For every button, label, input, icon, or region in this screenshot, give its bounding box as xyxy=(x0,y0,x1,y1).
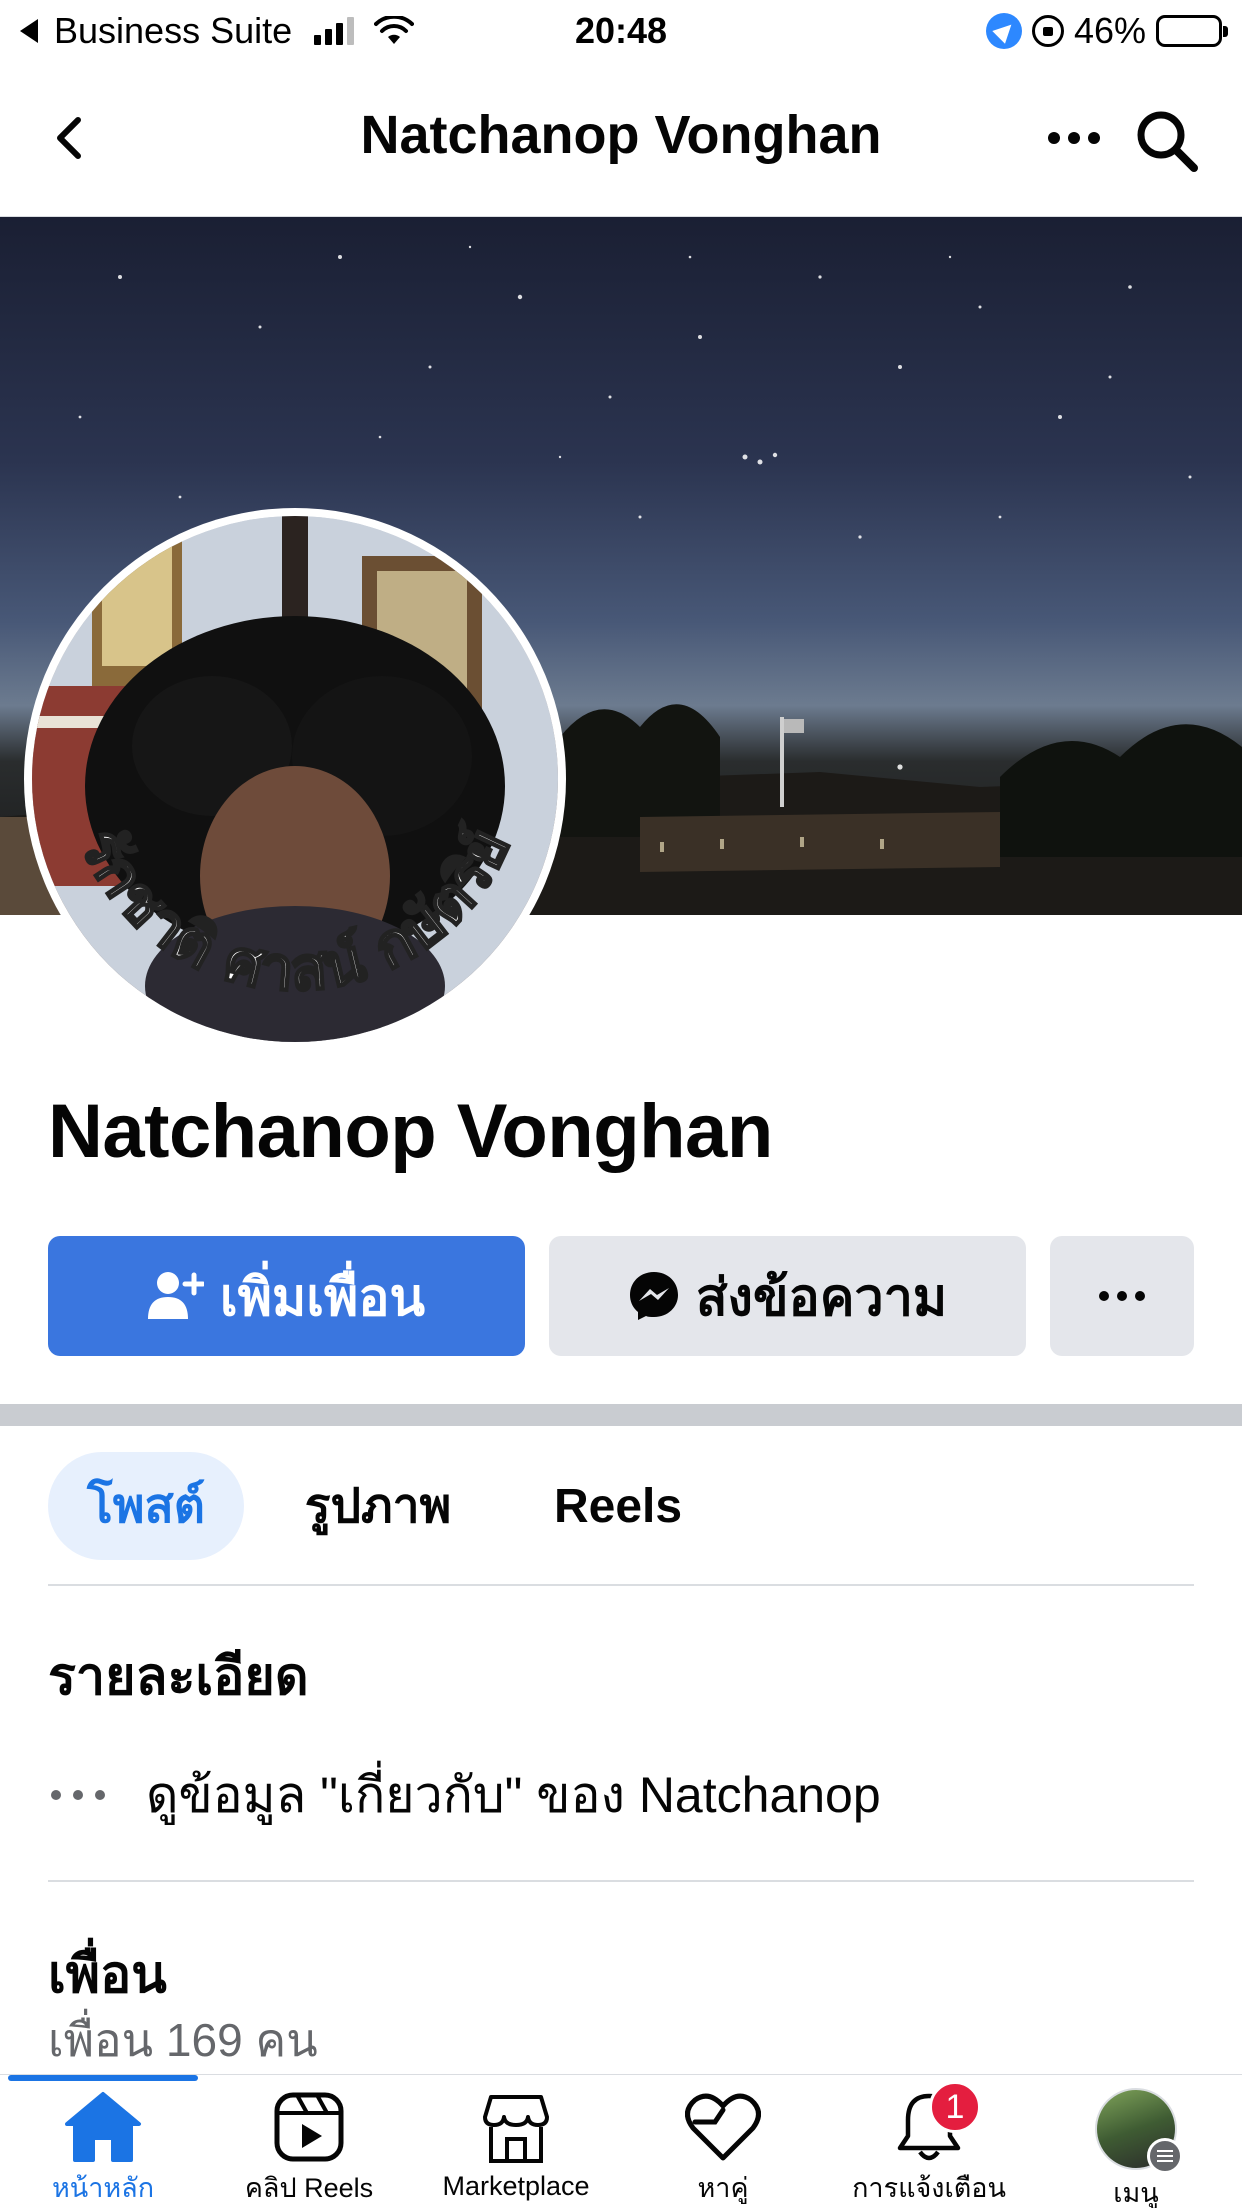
nav-notifications-label: การแจ้งเตือน xyxy=(852,2173,1006,2203)
divider xyxy=(48,1584,1194,1586)
marketplace-icon xyxy=(474,2089,558,2169)
profile-header: Natchanop Vonghan xyxy=(0,62,1242,217)
section-divider xyxy=(0,1404,1242,1426)
location-icon xyxy=(985,13,1022,49)
more-icon xyxy=(1099,1291,1145,1301)
nav-home[interactable]: หน้าหลัก xyxy=(3,2089,203,2208)
back-arrow-icon[interactable] xyxy=(46,114,94,162)
active-tab-indicator xyxy=(8,2075,198,2081)
friends-count: เพื่อน 169 คน xyxy=(48,2014,318,2066)
profile-photo: รักชาติ ศาสน์ กษัตริย์ xyxy=(32,516,558,1042)
more-dots-icon xyxy=(51,1790,105,1800)
profile-name: Natchanop Vonghan xyxy=(48,1089,773,1174)
cellular-signal-icon xyxy=(314,17,355,45)
tab-reels[interactable]: Reels xyxy=(520,1452,716,1560)
avatar-frame-text: รักชาติ ศาสน์ กษัตริย์ xyxy=(65,817,526,1007)
back-triangle-icon xyxy=(20,19,38,43)
battery-percent: 46% xyxy=(1073,10,1146,51)
avatar-caption: รักชาติ ศาสน์ กษัตริย์ xyxy=(65,817,526,1007)
bottom-navigation: หน้าหลัก คลิป Reels Marketplace หาคู่ 1 … xyxy=(0,2074,1242,2208)
nav-notifications[interactable]: 1 การแจ้งเตือน xyxy=(829,2081,1029,2208)
about-link[interactable]: ดูข้อมูล "เกี่ยวกับ" ของ Natchanop xyxy=(48,1760,1194,1830)
svg-text:รักชาติ ศาสน์ กษัตริย์: รักชาติ ศาสน์ กษัตริย์ xyxy=(66,818,524,1005)
friends-heading: เพื่อน xyxy=(48,1946,167,2004)
profile-picture[interactable]: รักชาติ ศาสน์ กษัตริย์ xyxy=(24,508,566,1050)
back-to-app[interactable]: Business Suite xyxy=(20,10,500,52)
tab-photos[interactable]: รูปภาพ xyxy=(270,1452,486,1560)
add-friend-label: เพิ่มเพื่อน xyxy=(219,1268,426,1327)
back-app-label: Business Suite xyxy=(54,10,293,51)
home-icon xyxy=(61,2089,145,2164)
nav-reels[interactable]: คลิป Reels xyxy=(209,2089,409,2208)
menu-icon-wrap xyxy=(1094,2088,1183,2174)
notification-badge: 1 xyxy=(929,2081,981,2133)
more-actions-button[interactable] xyxy=(1050,1236,1194,1356)
messenger-icon xyxy=(629,1272,678,1320)
nav-menu[interactable]: เมนู xyxy=(1036,2088,1236,2208)
menu-avatar xyxy=(1095,2088,1183,2174)
rotation-lock-icon xyxy=(1031,15,1064,47)
message-label: ส่งข้อความ xyxy=(695,1268,948,1327)
more-options-icon[interactable] xyxy=(1044,114,1104,162)
nav-reels-label: คลิป Reels xyxy=(244,2173,374,2203)
reels-icon xyxy=(267,2089,351,2164)
status-bar: Business Suite 20:48 46% xyxy=(0,0,1242,62)
nav-dating-label: หาคู่ xyxy=(697,2173,749,2203)
message-button[interactable]: ส่งข้อความ xyxy=(549,1236,1026,1356)
about-link-text: ดูข้อมูล "เกี่ยวกับ" ของ Natchanop xyxy=(146,1766,881,1823)
search-icon[interactable] xyxy=(1134,108,1200,174)
battery-icon xyxy=(1156,15,1228,47)
tab-posts[interactable]: โพสต์ xyxy=(48,1452,244,1560)
divider xyxy=(48,1880,1194,1882)
nav-home-label: หน้าหลัก xyxy=(51,2173,155,2203)
add-friend-button[interactable]: เพิ่มเพื่อน xyxy=(48,1236,525,1356)
nav-menu-label: เมนู xyxy=(1113,2178,1159,2208)
details-heading: รายละเอียด xyxy=(48,1648,309,1706)
bell-icon: 1 xyxy=(887,2081,981,2164)
nav-marketplace[interactable]: Marketplace xyxy=(416,2089,616,2208)
dating-heart-icon xyxy=(681,2089,765,2164)
nav-dating[interactable]: หาคู่ xyxy=(623,2089,823,2208)
wifi-icon xyxy=(374,16,415,44)
menu-hamburger-icon xyxy=(1147,2138,1183,2174)
nav-marketplace-label: Marketplace xyxy=(442,2171,590,2201)
add-friend-icon xyxy=(147,1272,204,1319)
